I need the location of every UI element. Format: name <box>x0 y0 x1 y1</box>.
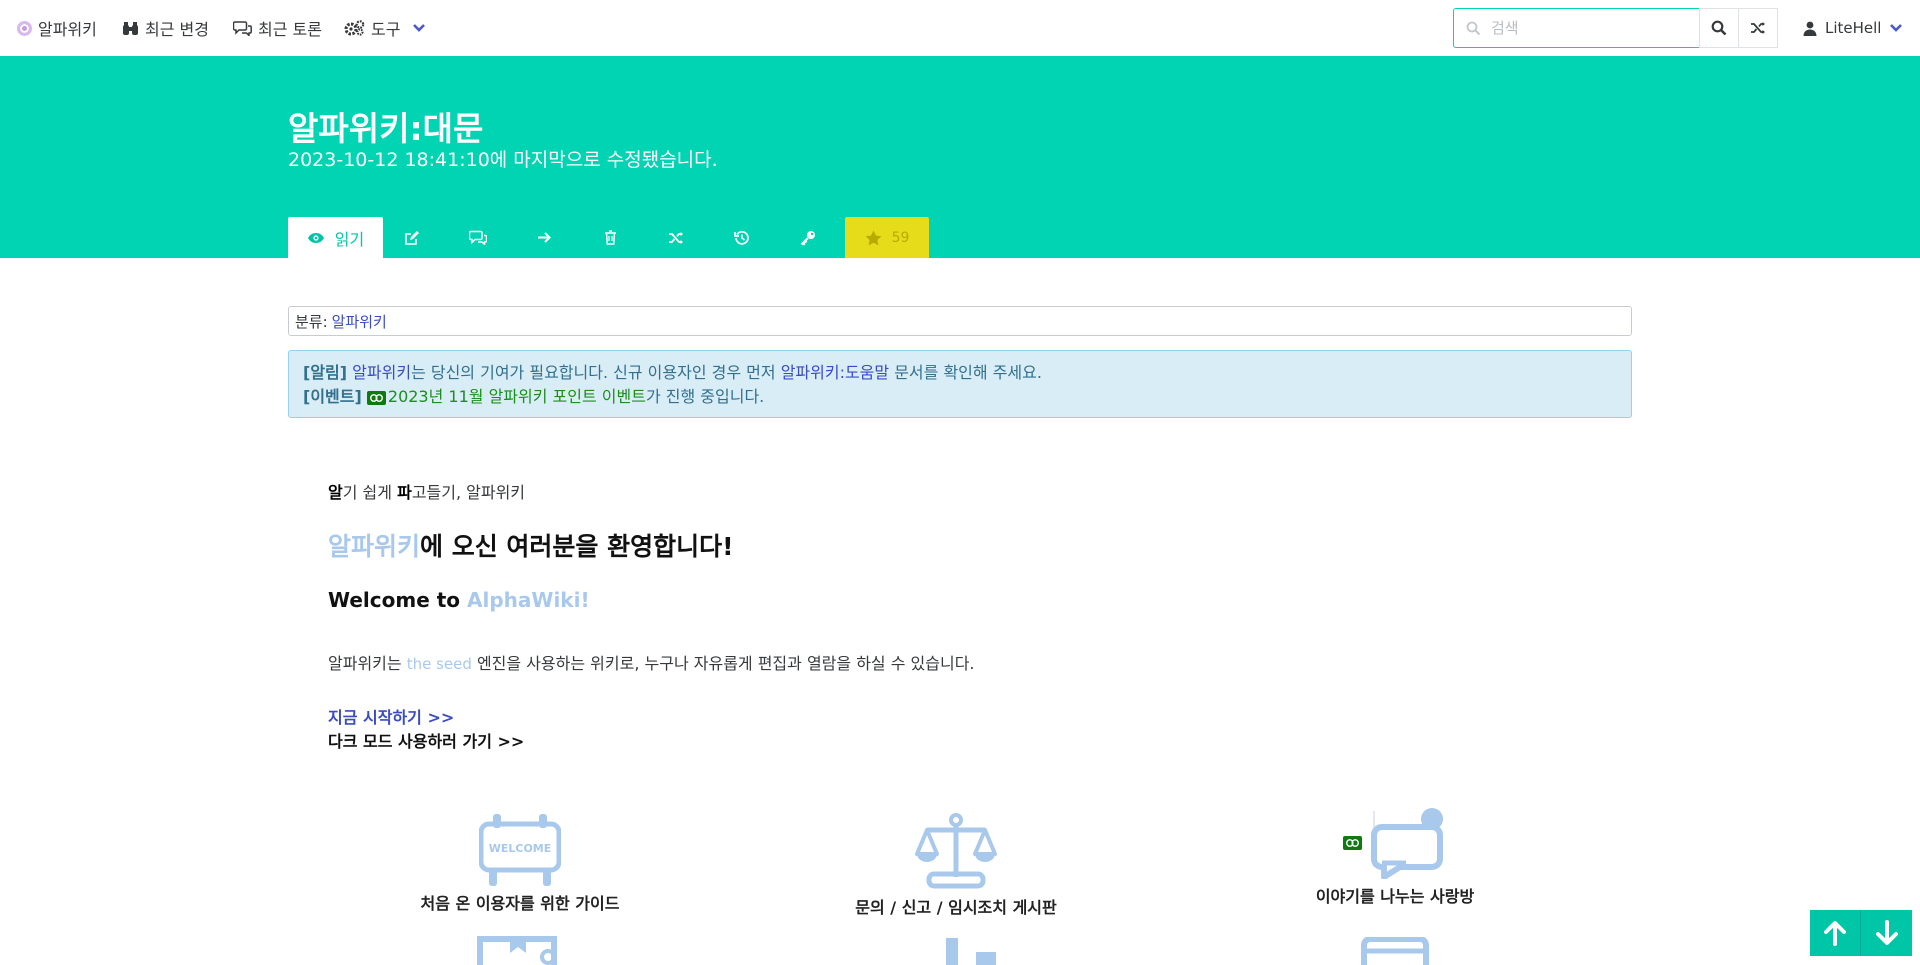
chat-bubble-icon <box>1367 808 1448 879</box>
motto-text-1: 기 쉽게 <box>342 483 398 502</box>
search-input[interactable] <box>1491 19 1681 37</box>
cogs-icon <box>344 20 365 36</box>
recent-changes-link[interactable]: 최근 변경 <box>122 0 209 56</box>
desc-text-post: 엔진을 사용하는 위키로, 누구나 자유롭게 편집과 열람을 하실 수 있습니다… <box>471 654 975 673</box>
tab-read[interactable]: 읽기 <box>288 217 383 258</box>
lounge-card[interactable]: 이야기를 나누는 사랑방 <box>1285 807 1505 907</box>
welcome-heading-ko: 알파위키에 오신 여러분을 환영합니다! <box>328 527 734 563</box>
tab-acl[interactable] <box>775 217 841 258</box>
tab-delete[interactable] <box>577 217 643 258</box>
event-text-end: 가 진행 중입니다. <box>645 387 765 406</box>
scroll-buttons <box>1810 910 1912 956</box>
desc-text-pre: 알파위키는 <box>328 654 407 673</box>
shuffle-icon <box>1751 22 1765 34</box>
arrow-up-icon <box>1824 921 1846 946</box>
search-icon <box>1711 20 1727 36</box>
page-title: 알파위키:대문 <box>288 109 484 148</box>
eye-icon <box>307 232 324 243</box>
arrow-right-icon <box>537 232 551 243</box>
svg-text:WELCOME: WELCOME <box>489 842 552 855</box>
username: LiteHell <box>1825 19 1882 37</box>
star-count: 59 <box>891 229 910 246</box>
top-navbar: 알파위키 최근 변경 최근 토론 도구 LiteHell <box>0 0 1920 56</box>
motto-bold-1: 알 <box>328 483 343 502</box>
search-icon <box>1466 21 1481 35</box>
comments-icon <box>233 21 252 36</box>
edit-icon <box>405 230 419 245</box>
tab-star[interactable]: 59 <box>845 217 929 258</box>
welcome-sign-icon: WELCOME <box>479 814 561 886</box>
search-field[interactable] <box>1453 8 1700 48</box>
wiki-motto: 알기 쉽게 파고들기, 알파위키 <box>328 479 525 503</box>
welcome-heading-en: Welcome to AlphaWiki! <box>328 588 590 612</box>
scales-icon <box>915 813 997 889</box>
tab-random[interactable] <box>643 217 709 258</box>
external-link-icon <box>1342 836 1362 850</box>
notice-alert-line: [알림] 알파위키는 당신의 기여가 필요합니다. 신규 이용자인 경우 먼저 … <box>303 361 1617 385</box>
the-seed-link[interactable]: the seed <box>407 655 472 673</box>
report-board-card[interactable]: 문의 / 신고 / 임시조치 게시판 <box>846 812 1066 918</box>
lounge-icon-wrap <box>1342 807 1448 879</box>
alert-tag: [알림] <box>303 363 348 382</box>
welcome-en-text: Welcome to <box>328 588 467 612</box>
tab-history[interactable] <box>709 217 775 258</box>
alphawiki-link[interactable]: AlphaWiki! <box>467 588 590 612</box>
lounge-card-label: 이야기를 나누는 사랑방 <box>1315 887 1475 906</box>
welcome-ko-text: 에 오신 여러분을 환영합니다! <box>420 532 734 561</box>
guide-card-label: 처음 온 이용자를 위한 가이드 <box>420 894 620 913</box>
logo-icon <box>17 20 32 36</box>
trash-icon <box>604 230 616 245</box>
key-icon <box>800 230 815 246</box>
help-link[interactable]: 알파위키:도움말 <box>781 363 889 382</box>
arrow-down-icon <box>1875 920 1898 945</box>
tab-discussion[interactable] <box>445 217 511 258</box>
tab-edit[interactable] <box>379 217 445 258</box>
start-now-link[interactable]: 지금 시작하기 >> <box>328 704 454 728</box>
user-icon <box>1803 21 1817 36</box>
recent-changes-label: 최근 변경 <box>145 20 209 39</box>
external-link-icon <box>366 390 386 405</box>
event-link[interactable]: 2023년 11월 알파위키 포인트 이벤트 <box>388 387 646 406</box>
shuffle-icon <box>669 231 683 244</box>
recent-discussions-link[interactable]: 최근 토론 <box>233 0 322 56</box>
welcome-wiki-link[interactable]: 알파위키 <box>328 532 420 561</box>
chevron-down-icon <box>413 24 426 32</box>
notice-event-line: [이벤트] 2023년 11월 알파위키 포인트 이벤트가 진행 중입니다. <box>303 385 1617 409</box>
motto-text-2: 고들기, 알파위키 <box>411 483 526 502</box>
motto-bold-2: 파 <box>397 483 412 502</box>
recent-discussions-label: 최근 토론 <box>258 20 322 39</box>
card-icon-partial-3 <box>1360 936 1430 965</box>
search-button[interactable] <box>1699 8 1739 48</box>
scroll-top-button[interactable] <box>1810 910 1861 956</box>
tools-label: 도구 <box>371 20 401 39</box>
last-modified-text: 2023-10-12 18:41:10에 마지막으로 수정됐습니다. <box>288 149 718 171</box>
notice-box: [알림] 알파위키는 당신의 기여가 필요합니다. 신규 이용자인 경우 먼저 … <box>288 350 1632 418</box>
card-icon-partial-2 <box>946 938 996 965</box>
alert-text-end: 문서를 확인해 주세요. <box>889 363 1042 382</box>
dark-mode-link[interactable]: 다크 모드 사용하러 가기 >> <box>328 728 524 752</box>
tools-dropdown[interactable]: 도구 <box>344 0 426 56</box>
history-icon <box>734 230 749 245</box>
category-link[interactable]: 알파위키 <box>332 311 387 332</box>
random-document-button[interactable] <box>1738 8 1778 48</box>
alert-text-mid: 는 당신의 기여가 필요합니다. 신규 이용자인 경우 먼저 <box>411 363 781 382</box>
card-icon-partial-1 <box>476 935 558 965</box>
star-icon <box>865 230 881 245</box>
category-label: 분류: <box>295 312 328 331</box>
scroll-bottom-button[interactable] <box>1861 910 1912 956</box>
guide-card[interactable]: WELCOME 처음 온 이용자를 위한 가이드 <box>410 812 630 914</box>
site-logo-link[interactable]: 알파위키 <box>17 0 97 56</box>
site-name: 알파위키 <box>38 20 97 39</box>
tab-read-label: 읽기 <box>334 229 365 249</box>
event-tag: [이벤트] <box>303 387 362 406</box>
wiki-description: 알파위키는 the seed 엔진을 사용하는 위키로, 누구나 자유롭게 편집… <box>328 650 975 674</box>
chevron-down-icon <box>1890 24 1903 32</box>
category-box: 분류: 알파위키 <box>288 306 1632 336</box>
report-board-label: 문의 / 신고 / 임시조치 게시판 <box>855 898 1057 917</box>
alert-wiki-link[interactable]: 알파위키 <box>352 363 411 382</box>
user-menu[interactable]: LiteHell <box>1803 0 1903 56</box>
tab-move[interactable] <box>511 217 577 258</box>
binoculars-icon <box>123 21 138 35</box>
comments-icon <box>469 230 487 245</box>
